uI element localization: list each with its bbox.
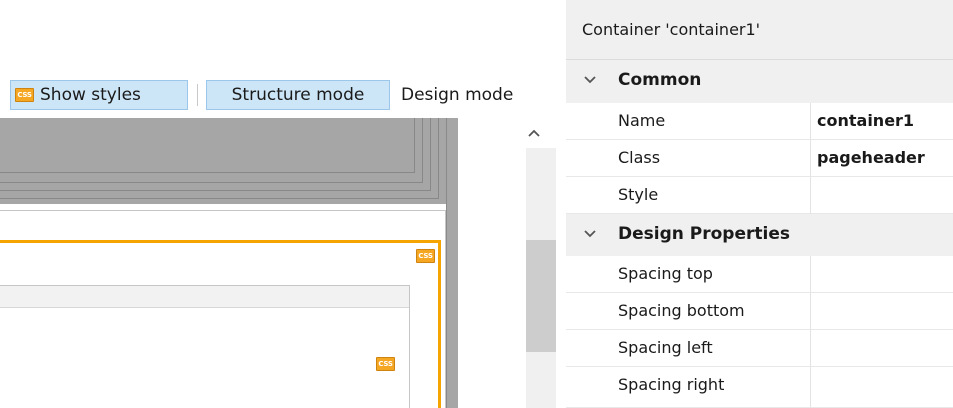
property-name: Spacing bottom bbox=[618, 301, 745, 320]
property-row-class[interactable]: Class pageheader bbox=[566, 140, 953, 177]
category-label: Common bbox=[618, 70, 702, 90]
category-design-properties[interactable]: Design Properties bbox=[566, 216, 953, 253]
property-row-name[interactable]: Name container1 bbox=[566, 103, 953, 140]
property-name: Spacing top bbox=[618, 264, 713, 283]
design-mode-label: Design mode bbox=[401, 85, 514, 105]
value-separator bbox=[810, 256, 811, 293]
show-styles-label: Show styles bbox=[40, 85, 141, 105]
css-icon[interactable]: CSS bbox=[416, 249, 435, 263]
structure-mode-toggle[interactable]: Structure mode bbox=[206, 80, 390, 110]
property-value[interactable]: pageheader bbox=[817, 148, 925, 167]
design-mode-toggle[interactable]: Design mode bbox=[396, 80, 556, 110]
designer-toolbar: CSS Show styles Structure mode Design mo… bbox=[0, 72, 566, 118]
value-separator bbox=[810, 103, 811, 140]
property-name: Name bbox=[618, 111, 666, 130]
chevron-up-icon bbox=[528, 129, 540, 137]
property-name: Style bbox=[618, 185, 659, 204]
canvas-gutter bbox=[446, 118, 458, 408]
property-name: Class bbox=[618, 148, 661, 167]
property-row-style[interactable]: Style bbox=[566, 177, 953, 214]
category-label: Design Properties bbox=[618, 224, 790, 244]
properties-title: Container 'container1' bbox=[582, 20, 761, 39]
toolbar-separator bbox=[197, 84, 198, 106]
show-styles-toggle[interactable]: CSS Show styles bbox=[10, 80, 188, 110]
canvas-page-frame bbox=[0, 118, 458, 204]
property-row-spacing-right[interactable]: Spacing right bbox=[566, 367, 953, 408]
value-separator bbox=[810, 177, 811, 214]
property-row-spacing-top[interactable]: Spacing top bbox=[566, 256, 953, 293]
scroll-up-button[interactable] bbox=[522, 122, 546, 144]
properties-pane: Container 'container1' Common Name conta… bbox=[566, 0, 953, 408]
design-canvas-pane: CSS Show styles Structure mode Design mo… bbox=[0, 0, 566, 408]
property-value[interactable]: container1 bbox=[817, 111, 914, 130]
chevron-down-icon[interactable] bbox=[582, 72, 598, 88]
value-separator bbox=[810, 293, 811, 330]
structure-mode-label: Structure mode bbox=[231, 85, 365, 105]
inner-container-header bbox=[0, 286, 409, 308]
value-separator bbox=[810, 140, 811, 177]
category-common[interactable]: Common bbox=[566, 62, 953, 99]
property-name: Spacing left bbox=[618, 338, 713, 357]
canvas-vertical-scrollbar[interactable] bbox=[512, 118, 556, 408]
chevron-down-icon[interactable] bbox=[582, 226, 598, 242]
properties-title-divider bbox=[566, 59, 953, 60]
value-separator bbox=[810, 367, 811, 408]
scroll-thumb[interactable] bbox=[526, 240, 556, 352]
css-icon: CSS bbox=[15, 88, 34, 102]
value-separator bbox=[810, 330, 811, 367]
inner-container[interactable] bbox=[0, 285, 410, 408]
css-icon[interactable]: CSS bbox=[376, 357, 395, 371]
property-row-spacing-left[interactable]: Spacing left bbox=[566, 330, 953, 367]
property-row-spacing-bottom[interactable]: Spacing bottom bbox=[566, 293, 953, 330]
property-name: Spacing right bbox=[618, 375, 725, 394]
